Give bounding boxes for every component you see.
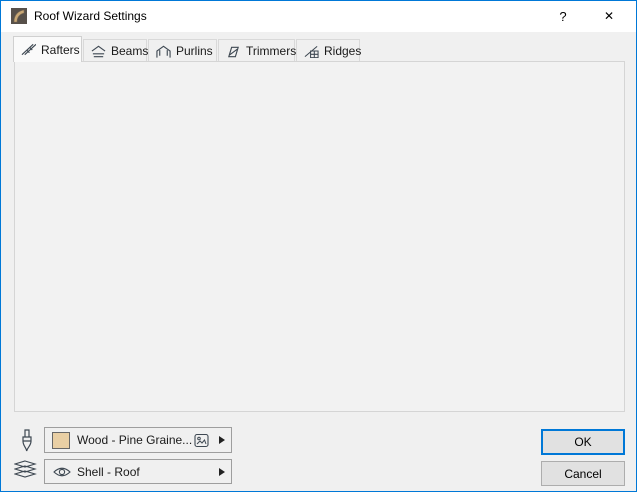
tab-label: Rafters — [41, 43, 80, 57]
window-title: Roof Wizard Settings — [34, 9, 147, 23]
close-button[interactable]: ✕ — [592, 1, 626, 32]
tab-ridges[interactable]: Ridges — [296, 39, 360, 62]
tab-label: Purlins — [176, 44, 213, 58]
rafters-tab-page — [14, 61, 625, 412]
title-bar: Roof Wizard Settings ? ✕ — [1, 1, 636, 32]
material-name: Wood - Pine Graine... — [77, 433, 192, 448]
tab-purlins[interactable]: Purlins — [148, 39, 217, 62]
eye-icon — [53, 466, 71, 478]
layer-dropdown[interactable]: Shell - Roof — [44, 459, 232, 484]
help-button[interactable]: ? — [546, 1, 580, 32]
layer-stack-icon — [14, 460, 37, 480]
app-icon — [11, 8, 27, 24]
roof-wizard-settings-dialog: Roof Wizard Settings ? ✕ Rafters Beams P… — [0, 0, 637, 492]
rafters-icon — [21, 43, 36, 56]
dropdown-arrow-icon — [219, 436, 225, 444]
material-swatch — [52, 432, 70, 449]
tab-label: Beams — [111, 44, 148, 58]
cancel-button[interactable]: Cancel — [541, 461, 625, 486]
trimmers-icon — [226, 45, 241, 58]
tab-label: Ridges — [324, 44, 361, 58]
material-brush-icon — [18, 429, 35, 453]
material-dropdown[interactable]: Wood - Pine Graine... — [44, 427, 232, 453]
tab-trimmers[interactable]: Trimmers — [218, 39, 295, 62]
purlins-icon — [156, 45, 171, 58]
layer-name: Shell - Roof — [77, 465, 140, 480]
tab-rafters[interactable]: Rafters — [13, 36, 82, 62]
ok-button[interactable]: OK — [541, 429, 625, 455]
tab-label: Trimmers — [246, 44, 296, 58]
ridges-icon — [304, 45, 319, 58]
texture-icon — [194, 433, 209, 448]
beams-icon — [91, 45, 106, 58]
dropdown-arrow-icon — [219, 468, 225, 476]
tab-beams[interactable]: Beams — [83, 39, 147, 62]
